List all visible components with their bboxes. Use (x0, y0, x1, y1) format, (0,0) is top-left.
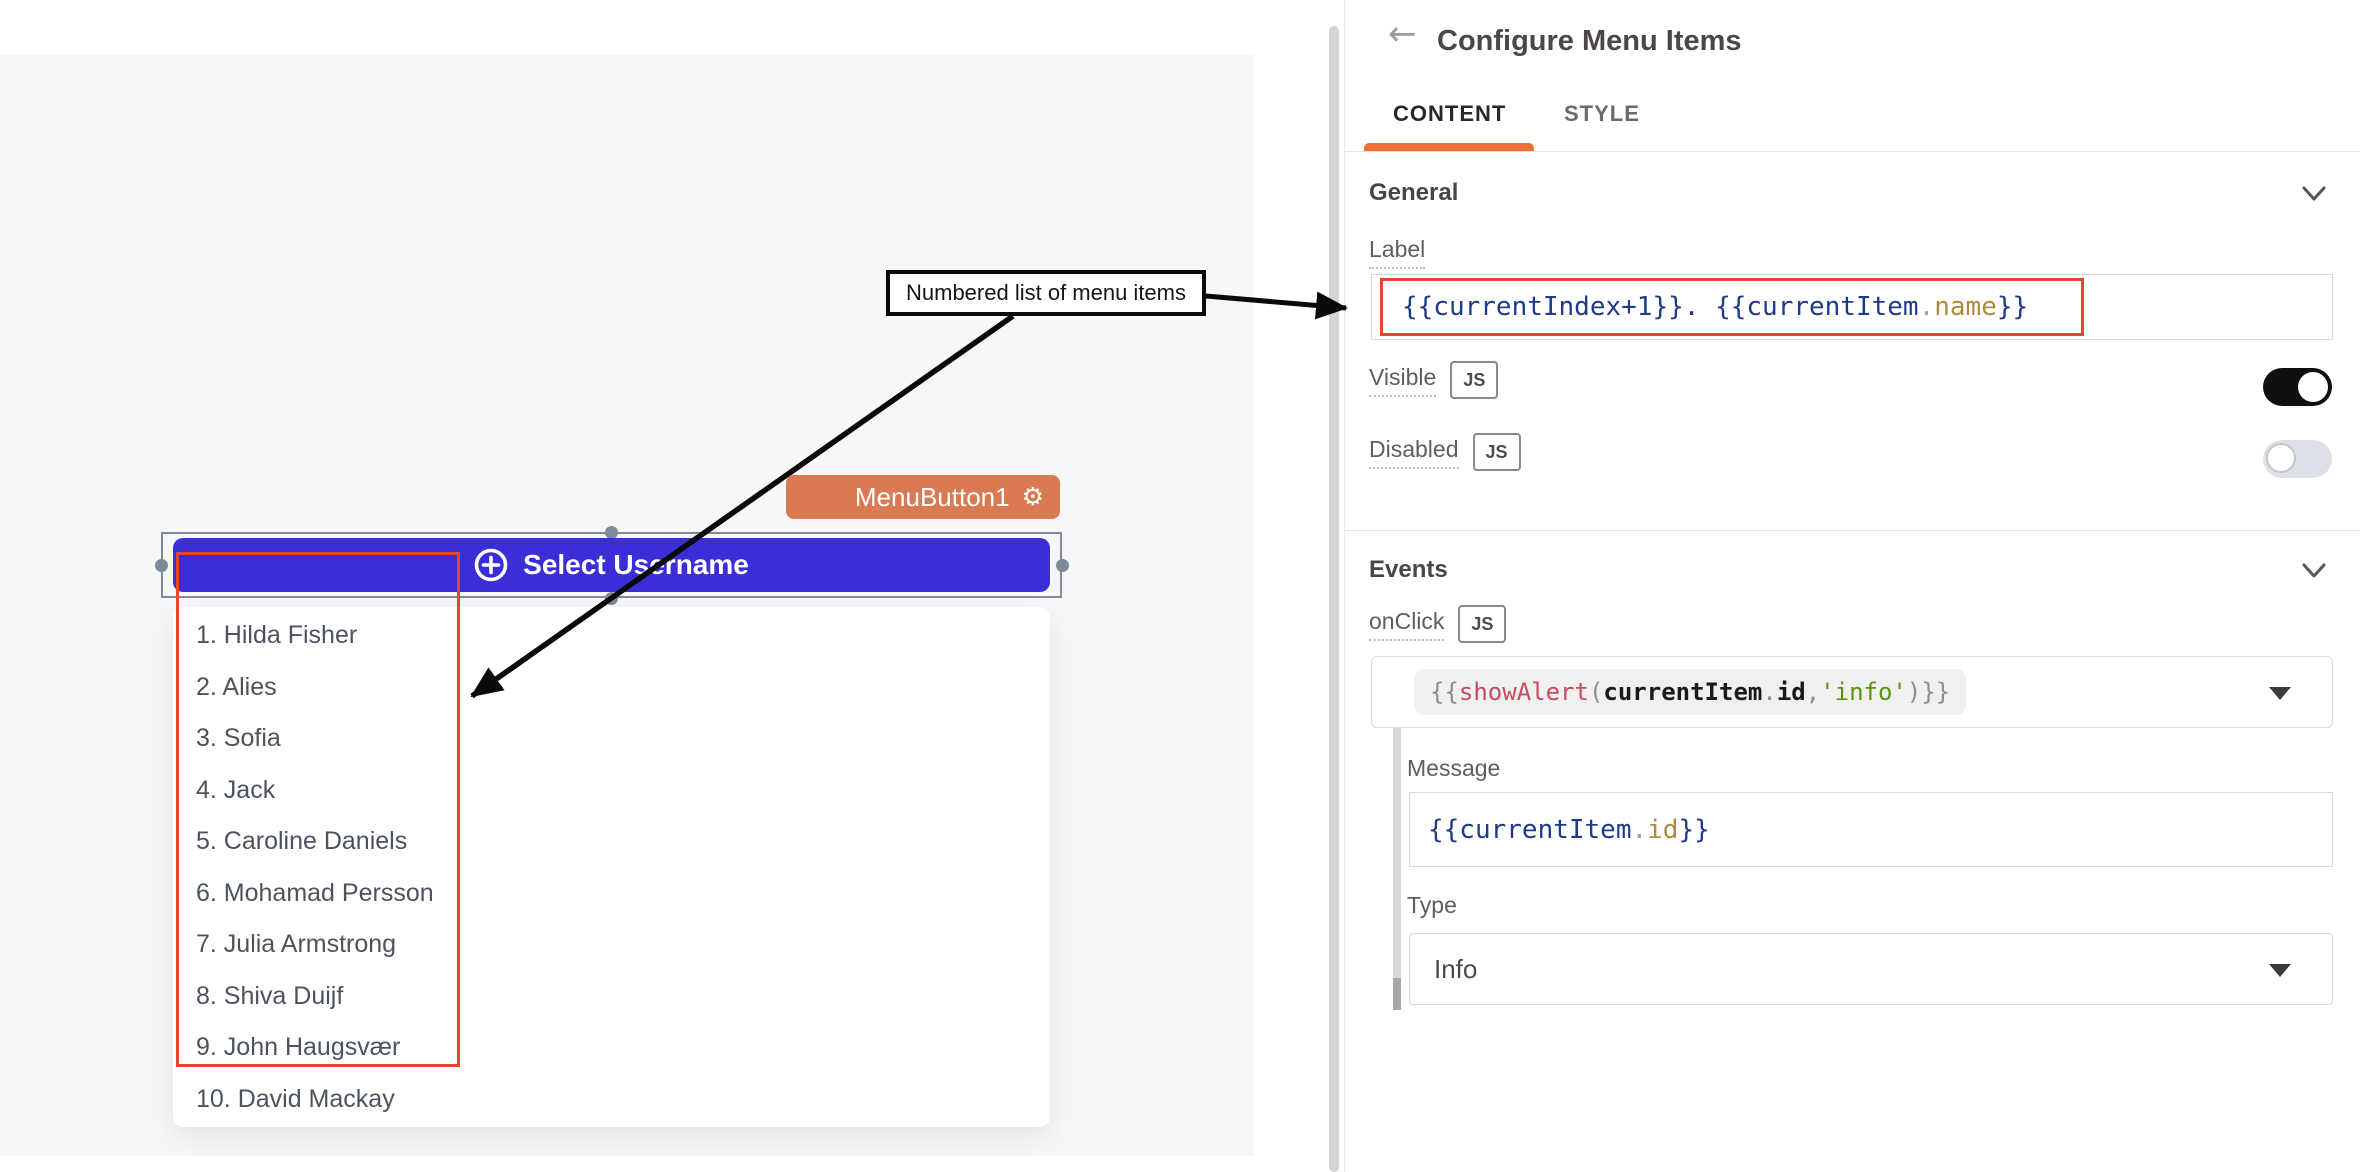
chevron-down-icon[interactable] (2302, 563, 2326, 579)
section-heading-events: Events (1369, 556, 1448, 584)
message-label: Message (1407, 755, 1500, 782)
divider (1345, 151, 2360, 152)
resize-handle-bottom[interactable] (605, 592, 618, 605)
menu-item[interactable]: 1. Hilda Fisher (173, 610, 1050, 662)
onclick-row: onClick JS (1369, 604, 1506, 644)
switch-knob (2266, 443, 2296, 473)
back-arrow-icon[interactable]: ← (1382, 16, 1423, 52)
divider (1345, 530, 2360, 531)
disabled-label: Disabled (1369, 436, 1459, 469)
disabled-js-toggle[interactable]: JS (1473, 433, 1521, 471)
visible-switch[interactable] (2263, 368, 2332, 406)
label-field-label: Label (1369, 236, 1425, 269)
plus-circle-icon (474, 548, 508, 582)
action-indent-bar (1393, 728, 1401, 1010)
onclick-action-chip: {{showAlert(currentItem.id,'info')}} (1414, 669, 1966, 715)
tab-content[interactable]: CONTENT (1393, 101, 1506, 127)
menu-button-widget[interactable]: Select Username (173, 538, 1050, 592)
menu-item[interactable]: 2. Alies (173, 662, 1050, 714)
menu-item[interactable]: 5. Caroline Daniels (173, 816, 1050, 868)
widget-name-tag[interactable]: MenuButton1 ⚙ (786, 475, 1060, 519)
type-selected-value: Info (1434, 954, 1477, 985)
visible-js-toggle[interactable]: JS (1450, 361, 1498, 399)
onclick-label: onClick (1369, 608, 1444, 641)
menu-item[interactable]: 9. John Haugsvær (173, 1022, 1050, 1074)
visible-label: Visible (1369, 364, 1436, 397)
menu-item[interactable]: 7. Julia Armstrong (173, 919, 1050, 971)
properties-panel: ← Configure Menu Items CONTENT STYLE Gen… (1344, 0, 2360, 1172)
disabled-row: Disabled JS (1369, 432, 1521, 472)
canvas-area[interactable]: MenuButton1 ⚙ Select Username 1. Hilda F… (0, 55, 1254, 1156)
message-code-value: {{currentItem.id}} (1428, 815, 1710, 845)
type-select[interactable]: Info (1409, 933, 2333, 1005)
caret-down-icon (2269, 964, 2291, 977)
indent-bar-scroll-thumb (1393, 978, 1401, 1010)
label-code-input[interactable]: {{currentIndex+1}}. {{currentItem.name}} (1371, 274, 2333, 340)
menu-item[interactable]: 10. David Mackay (173, 1074, 1050, 1126)
annotation-text: Numbered list of menu items (906, 280, 1186, 306)
message-code-input[interactable]: {{currentItem.id}} (1409, 792, 2333, 867)
label-code-value: {{currentIndex+1}}. {{currentItem.name}} (1402, 292, 2028, 322)
resize-handle-left[interactable] (155, 559, 168, 572)
caret-down-icon (2269, 687, 2291, 700)
type-label: Type (1407, 892, 1457, 919)
annotation-callout: Numbered list of menu items (886, 270, 1206, 316)
menu-item[interactable]: 6. Mohamad Persson (173, 868, 1050, 920)
menu-dropdown: 1. Hilda Fisher 2. Alies 3. Sofia 4. Jac… (173, 607, 1050, 1127)
menu-item[interactable]: 3. Sofia (173, 713, 1050, 765)
widget-name-label: MenuButton1 (855, 482, 1010, 513)
panel-title: Configure Menu Items (1437, 25, 1742, 58)
menu-item[interactable]: 8. Shiva Duijf (173, 971, 1050, 1023)
chevron-down-icon[interactable] (2302, 186, 2326, 202)
canvas-scrollbar[interactable] (1329, 26, 1339, 1172)
visible-row: Visible JS (1369, 360, 1498, 400)
onclick-action-select[interactable]: {{showAlert(currentItem.id,'info')}} (1371, 656, 2333, 728)
section-heading-general: General (1369, 179, 1458, 207)
tab-style[interactable]: STYLE (1564, 101, 1640, 127)
menu-item[interactable]: 4. Jack (173, 765, 1050, 817)
menu-button-label: Select Username (523, 549, 749, 581)
resize-handle-right[interactable] (1056, 559, 1069, 572)
switch-knob (2298, 372, 2328, 402)
onclick-js-toggle[interactable]: JS (1458, 605, 1506, 643)
gear-icon[interactable]: ⚙ (1022, 485, 1044, 510)
disabled-switch[interactable] (2263, 440, 2332, 478)
app-root: MenuButton1 ⚙ Select Username 1. Hilda F… (0, 0, 2360, 1172)
